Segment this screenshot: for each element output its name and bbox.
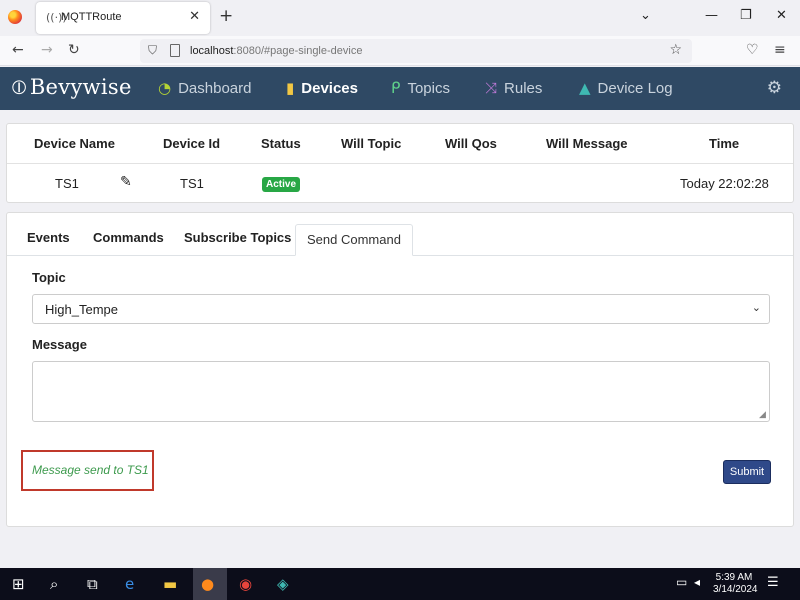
close-window-icon[interactable]: ✕ [776,8,787,23]
header-device-name: Device Name [34,136,115,151]
firefox-taskbar-icon[interactable]: ● [201,575,214,593]
shield-icon[interactable]: ⛉ [148,43,157,58]
chevron-down-icon: ⌄ [751,301,761,314]
status-message-box: Message send to TS1 [21,450,154,491]
topic-selected-value: High_Tempe [45,302,118,317]
task-view-icon[interactable]: ⧉ [87,575,98,593]
table-divider [7,163,793,164]
brand-logo[interactable]: ⦶ Bevywise [12,75,132,99]
browser-tab[interactable]: ((·)) MQTTRoute ✕ [36,2,210,34]
minimize-icon[interactable]: — [705,8,718,23]
nav-devices[interactable]: ▮ Devices [286,79,358,97]
nav-rules-label: Rules [504,79,543,97]
message-label: Message [32,337,87,352]
nav-devices-label: Devices [301,79,358,97]
warning-icon: ▲ [579,79,591,97]
tab-commands[interactable]: Commands [93,230,164,245]
status-message: Message send to TS1 [32,463,149,477]
status-badge: Active [262,177,301,192]
new-tab-icon[interactable]: + [219,6,233,26]
search-icon[interactable]: ⌕ [50,575,58,593]
device-name-value: TS1 [55,176,79,191]
url-path: :8080/#page-single-device [233,45,363,57]
time-value: Today 22:02:28 [680,176,769,191]
header-will-qos: Will Qos [445,136,497,151]
file-explorer-icon[interactable]: ▬ [163,575,177,593]
forward-icon[interactable]: → [41,42,53,58]
reload-icon[interactable]: ↻ [68,42,80,58]
header-time: Time [709,136,740,151]
notifications-icon[interactable]: ☰ [767,575,779,590]
app-header: ⦶ Bevywise ◔ Dashboard ▮ Devices ᑭ Topics… [0,67,800,110]
topic-select[interactable]: High_Tempe ⌄ [32,294,770,324]
browser-tabbar: ((·)) MQTTRoute ✕ + ⌄ — ❐ ✕ [0,0,800,36]
windows-start-icon[interactable]: ⊞ [12,575,25,593]
clock-time: 5:39 AM [715,572,753,583]
url-bar[interactable]: ⛉ localhost:8080/#page-single-device ☆ [140,39,692,63]
volume-icon[interactable]: ◂ [694,575,700,589]
nav-rules[interactable]: ⤨ Rules [485,79,542,97]
settings-gear-icon[interactable]: ⚙ [767,78,782,98]
tab-send-command[interactable]: Send Command [295,224,413,256]
edit-pencil-icon[interactable]: ✎ [120,174,132,190]
url-text[interactable]: localhost:8080/#page-single-device [190,45,362,57]
header-device-id: Device Id [163,136,221,151]
windows-taskbar: ⊞ ⌕ ⧉ e ▬ ● ◉ ◈ ▭ ◂ 5:39 AM 3/14/2024 ☰ [0,568,800,600]
tab-subscribe-topics[interactable]: Subscribe Topics [184,230,291,245]
taskbar-clock[interactable]: 5:39 AM 3/14/2024 [713,572,758,596]
chrome-icon[interactable]: ◉ [239,575,252,593]
device-id-value: TS1 [180,176,204,191]
page-icon [170,44,180,57]
firefox-icon[interactable] [8,10,22,24]
browser-navbar: ← → ↻ ⛉ localhost:8080/#page-single-devi… [0,36,800,66]
header-will-message: Will Message [546,136,628,151]
nav-dashboard-label: Dashboard [178,79,252,97]
nav-topics-label: Topics [407,79,450,97]
url-host: localhost [190,45,234,57]
tab-events[interactable]: Events [27,230,70,245]
device-detail-card: Events Commands Subscribe Topics Send Co… [6,212,794,527]
shuffle-icon: ⤨ [485,79,498,97]
pocket-icon[interactable]: ♡ [746,42,759,58]
back-icon[interactable]: ← [12,42,24,58]
nav-dashboard[interactable]: ◔ Dashboard [158,79,251,97]
nav-topics[interactable]: ᑭ Topics [391,79,450,97]
device-icon: ▮ [286,79,295,97]
message-textarea[interactable] [32,361,770,422]
header-status: Status [261,136,301,151]
nav-device-log-label: Device Log [597,79,673,97]
tab-title: MQTTRoute [61,11,122,23]
app-icon[interactable]: ◈ [277,575,289,593]
close-tab-icon[interactable]: ✕ [189,9,200,24]
header-will-topic: Will Topic [341,136,402,151]
tab-list-chevron-icon[interactable]: ⌄ [640,8,651,23]
topic-icon: ᑭ [391,79,401,97]
clock-date: 3/14/2024 [713,584,758,595]
edge-icon[interactable]: e [125,575,134,593]
brand-name: Bevywise [29,75,132,99]
nav-device-log[interactable]: ▲ Device Log [579,79,673,97]
bookmark-star-icon[interactable]: ☆ [669,42,682,58]
topic-label: Topic [32,270,66,285]
bevywise-logo-icon: ⦶ [12,75,27,99]
menu-icon[interactable]: ≡ [774,42,786,58]
device-info-card: Device Name Device Id Status Will Topic … [6,123,794,203]
submit-button[interactable]: Submit [723,460,771,484]
restore-icon[interactable]: ❐ [740,8,752,23]
network-icon[interactable]: ▭ [676,575,687,589]
dashboard-icon: ◔ [158,79,172,97]
